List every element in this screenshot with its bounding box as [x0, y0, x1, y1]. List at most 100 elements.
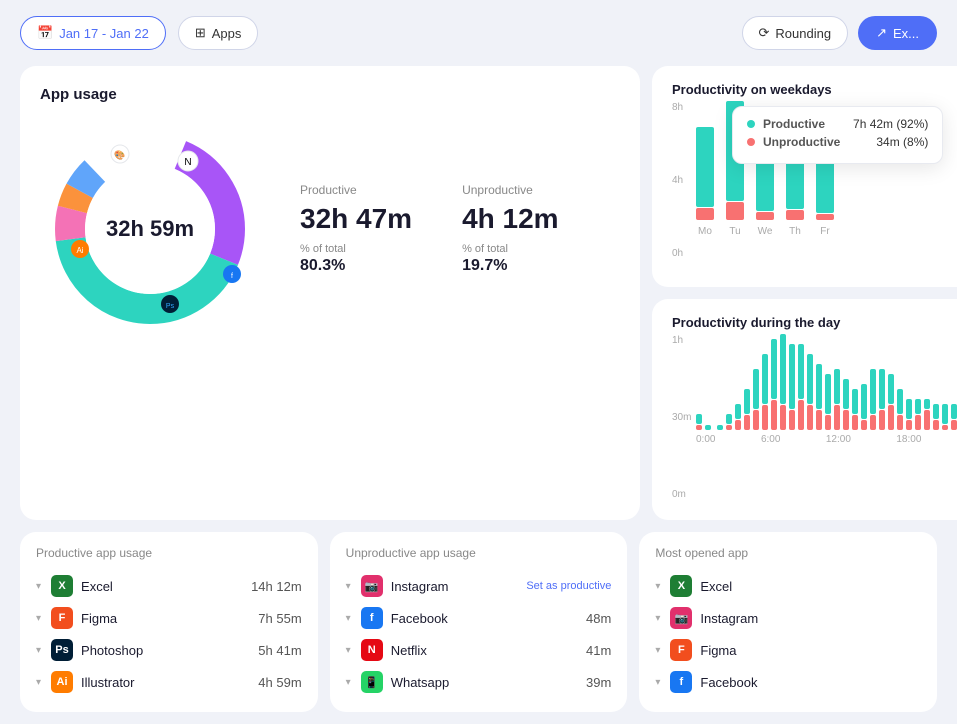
facebook-icon: f [361, 607, 383, 629]
day-productive-seg [879, 369, 885, 409]
day-productive-seg [951, 404, 957, 419]
facebook-icon: f [670, 671, 692, 693]
day-productive-seg [798, 344, 804, 399]
day-bar-group [798, 344, 804, 430]
export-button[interactable]: ↗ Ex... [858, 16, 937, 50]
day-unproductive-seg [861, 420, 867, 430]
productive-stat: Productive 32h 47m % of total 80.3% [300, 183, 412, 275]
export-icon: ↗ [876, 25, 887, 41]
day-unproductive-seg [825, 415, 831, 430]
day-bar-group [942, 404, 948, 430]
day-unproductive-seg [951, 420, 957, 430]
day-productive-seg [735, 404, 741, 419]
unproductive-bar-seg [696, 208, 714, 220]
day-bar-group [696, 414, 702, 430]
chevron-down-icon[interactable]: ▾ [655, 613, 660, 624]
set-productive-button[interactable]: Set as productive [526, 580, 611, 592]
day-bar-group [843, 379, 849, 430]
productive-apps-title: Productive app usage [36, 546, 302, 560]
day-productive-seg [915, 399, 921, 414]
chevron-down-icon[interactable]: ▾ [36, 645, 41, 656]
main-content: App usage [0, 66, 957, 532]
chevron-down-icon[interactable]: ▾ [346, 677, 351, 688]
day-productive-seg [705, 425, 711, 430]
day-productive-seg [942, 404, 948, 424]
app-name: Excel [700, 579, 732, 594]
photoshop-icon: Ps [51, 639, 73, 661]
unproductive-bar-seg [726, 202, 744, 220]
top-bar: 📅 Jan 17 - Jan 22 ⊞ Apps ⟳ Rounding ↗ Ex… [0, 0, 957, 66]
app-time: 7h 55m [258, 611, 301, 626]
bar-x-label: Tu [729, 226, 740, 237]
day-bar-group [870, 369, 876, 430]
list-item: ▾📷Instagram [655, 602, 921, 634]
day-bar-group [816, 364, 822, 430]
day-bar-group [888, 374, 894, 430]
day-productive-seg [861, 384, 867, 419]
chevron-down-icon[interactable]: ▾ [655, 645, 660, 656]
day-unproductive-seg [834, 405, 840, 430]
day-productive-seg [753, 369, 759, 409]
export-label: Ex... [893, 26, 919, 41]
y-label-0h: 0h [672, 248, 683, 259]
day-unproductive-seg [906, 420, 912, 430]
day-productive-seg [852, 389, 858, 414]
day-bar-group [933, 404, 939, 430]
most-opened-title: Most opened app [655, 546, 921, 560]
app-name: Netflix [391, 643, 427, 658]
unproductive-bar-seg [786, 210, 804, 220]
day-bar-group [744, 389, 750, 430]
day-productive-seg [924, 399, 930, 409]
chevron-down-icon[interactable]: ▾ [36, 677, 41, 688]
list-item: ▾FFigma7h 55m [36, 602, 302, 634]
day-chart-bars [672, 340, 957, 430]
chevron-down-icon[interactable]: ▾ [655, 581, 660, 592]
day-bar-group [789, 344, 795, 430]
day-bar-group [861, 384, 867, 430]
chevron-down-icon[interactable]: ▾ [346, 613, 351, 624]
app-name: Instagram [700, 611, 758, 626]
day-unproductive-seg [924, 410, 930, 430]
unproductive-apps-title: Unproductive app usage [346, 546, 612, 560]
day-bar-group [906, 399, 912, 430]
day-bar-group [807, 354, 813, 430]
chevron-down-icon[interactable]: ▾ [36, 613, 41, 624]
day-productive-seg [897, 389, 903, 414]
day-unproductive-seg [852, 415, 858, 430]
day-x-labels: 0:00 6:00 12:00 18:00 24 [672, 434, 957, 445]
rounding-icon: ⟳ [759, 25, 770, 41]
day-productive-seg [762, 354, 768, 404]
apps-filter-button[interactable]: ⊞ Apps [178, 16, 259, 50]
instagram-icon: 📷 [361, 575, 383, 597]
day-chart-card: Productivity during the day 1h 30m 0m 0:… [652, 299, 957, 520]
day-unproductive-seg [753, 410, 759, 430]
app-usage-panel: App usage [20, 66, 640, 520]
rounding-button[interactable]: ⟳ Rounding [742, 16, 849, 50]
bar-stack [696, 127, 714, 220]
day-unproductive-seg [888, 405, 894, 430]
donut-chart: N 🎨 Ai Ps f 32h 59m [40, 119, 260, 339]
list-item: ▾PsPhotoshop5h 41m [36, 634, 302, 666]
figma-icon: F [51, 607, 73, 629]
svg-text:f: f [231, 273, 233, 280]
day-unproductive-seg [843, 410, 849, 430]
day-bar-group [735, 404, 741, 430]
chevron-down-icon[interactable]: ▾ [36, 581, 41, 592]
top-bar-right: ⟳ Rounding ↗ Ex... [742, 16, 937, 50]
day-productive-seg [717, 425, 723, 430]
right-panel: Productivity on weekdays 8h 4h 0h MoTuWe… [652, 66, 957, 520]
svg-text:N: N [184, 157, 191, 168]
chevron-down-icon[interactable]: ▾ [655, 677, 660, 688]
app-time: 14h 12m [251, 579, 302, 594]
day-bar-group [780, 334, 786, 430]
day-unproductive-seg [816, 410, 822, 430]
unproductive-apps-list: ▾📷InstagramSet as productive▾fFacebook48… [346, 570, 612, 698]
date-range-label: Jan 17 - Jan 22 [59, 26, 149, 41]
chevron-down-icon[interactable]: ▾ [346, 581, 351, 592]
day-bar-group [924, 399, 930, 430]
chevron-down-icon[interactable]: ▾ [346, 645, 351, 656]
date-range-button[interactable]: 📅 Jan 17 - Jan 22 [20, 16, 166, 50]
weekday-chart-title: Productivity on weekdays [672, 82, 957, 97]
productive-apps-card: Productive app usage ▾XExcel14h 12m▾FFig… [20, 532, 318, 712]
day-productive-seg [843, 379, 849, 409]
